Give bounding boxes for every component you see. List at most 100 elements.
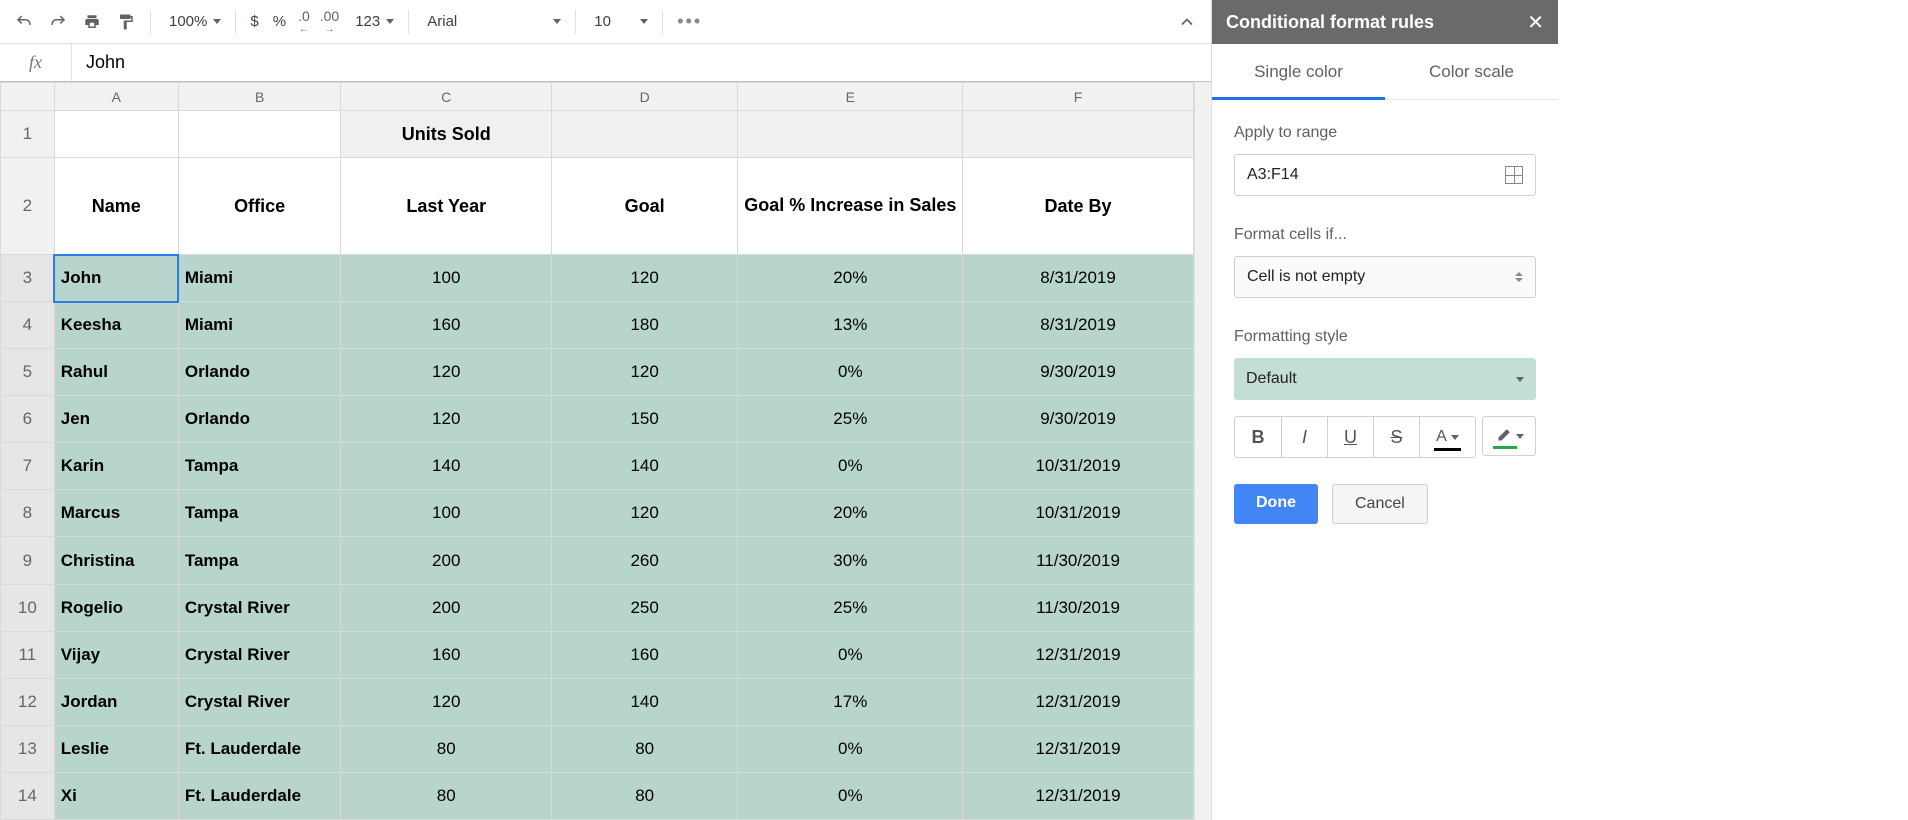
cell[interactable]: Keesha: [54, 302, 178, 349]
cell[interactable]: 150: [552, 396, 738, 443]
cell[interactable]: 11/30/2019: [963, 537, 1193, 584]
print-icon[interactable]: [76, 6, 108, 38]
cell[interactable]: 100: [341, 255, 552, 302]
cell[interactable]: Orlando: [178, 349, 341, 396]
font-size-dropdown[interactable]: 10: [584, 6, 654, 38]
cell[interactable]: 120: [341, 678, 552, 725]
cell[interactable]: 20%: [738, 255, 963, 302]
cell[interactable]: 0%: [738, 772, 963, 819]
cell[interactable]: 10/31/2019: [963, 490, 1193, 537]
bold-button[interactable]: B: [1235, 417, 1281, 457]
cell[interactable]: 160: [341, 302, 552, 349]
decrease-decimal-button[interactable]: .0 ←: [294, 6, 314, 38]
cell[interactable]: 120: [341, 349, 552, 396]
done-button[interactable]: Done: [1234, 484, 1318, 524]
row-header[interactable]: 7: [1, 443, 55, 490]
cell[interactable]: John: [54, 255, 178, 302]
row-header[interactable]: 10: [1, 584, 55, 631]
cell[interactable]: 200: [341, 537, 552, 584]
cell[interactable]: 180: [552, 302, 738, 349]
cell[interactable]: Last Year: [341, 158, 552, 255]
percent-format-button[interactable]: %: [267, 6, 292, 38]
fill-color-button[interactable]: [1482, 416, 1536, 456]
redo-icon[interactable]: [42, 6, 74, 38]
cell[interactable]: 140: [552, 443, 738, 490]
increase-decimal-button[interactable]: .00 →: [316, 6, 343, 38]
cell[interactable]: Goal: [552, 158, 738, 255]
col-header-A[interactable]: A: [54, 83, 178, 111]
cell[interactable]: 80: [341, 772, 552, 819]
cell[interactable]: 12/31/2019: [963, 725, 1193, 772]
cell[interactable]: 25%: [738, 584, 963, 631]
italic-button[interactable]: I: [1281, 417, 1327, 457]
more-toolbar-button[interactable]: •••: [671, 6, 708, 38]
cell[interactable]: 140: [552, 678, 738, 725]
cell[interactable]: 0%: [738, 443, 963, 490]
row-header[interactable]: 5: [1, 349, 55, 396]
cell[interactable]: Crystal River: [178, 584, 341, 631]
range-input[interactable]: A3:F14: [1234, 154, 1536, 196]
cell[interactable]: Units Sold: [341, 111, 552, 158]
cell[interactable]: Tampa: [178, 537, 341, 584]
cell[interactable]: 0%: [738, 725, 963, 772]
cell[interactable]: Tampa: [178, 443, 341, 490]
zoom-dropdown[interactable]: 100%: [159, 6, 227, 38]
row-header[interactable]: 13: [1, 725, 55, 772]
cell[interactable]: 30%: [738, 537, 963, 584]
cell[interactable]: Marcus: [54, 490, 178, 537]
cell[interactable]: 200: [341, 584, 552, 631]
strikethrough-button[interactable]: S: [1373, 417, 1419, 457]
undo-icon[interactable]: [8, 6, 40, 38]
cell[interactable]: 80: [552, 772, 738, 819]
text-color-button[interactable]: A: [1419, 417, 1475, 457]
row-header[interactable]: 6: [1, 396, 55, 443]
formula-input[interactable]: John: [72, 52, 1211, 73]
cell[interactable]: 12/31/2019: [963, 772, 1193, 819]
cell[interactable]: 11/30/2019: [963, 584, 1193, 631]
row-header[interactable]: 2: [1, 158, 55, 255]
cell[interactable]: 100: [341, 490, 552, 537]
row-header[interactable]: 3: [1, 255, 55, 302]
cancel-button[interactable]: Cancel: [1332, 484, 1428, 524]
cell[interactable]: Jordan: [54, 678, 178, 725]
select-all-corner[interactable]: [1, 83, 55, 111]
cell[interactable]: 120: [552, 349, 738, 396]
cell[interactable]: Rahul: [54, 349, 178, 396]
cell[interactable]: 0%: [738, 631, 963, 678]
row-header[interactable]: 8: [1, 490, 55, 537]
cell[interactable]: Christina: [54, 537, 178, 584]
cell[interactable]: Date By: [963, 158, 1193, 255]
cell[interactable]: 0%: [738, 349, 963, 396]
currency-format-button[interactable]: $: [244, 6, 264, 38]
cell[interactable]: 120: [552, 490, 738, 537]
cell[interactable]: 20%: [738, 490, 963, 537]
col-header-B[interactable]: B: [178, 83, 341, 111]
cell[interactable]: Leslie: [54, 725, 178, 772]
cell[interactable]: Jen: [54, 396, 178, 443]
cell[interactable]: Office: [178, 158, 341, 255]
cell[interactable]: Xi: [54, 772, 178, 819]
row-header[interactable]: 4: [1, 302, 55, 349]
row-header[interactable]: 14: [1, 772, 55, 819]
cell[interactable]: Vijay: [54, 631, 178, 678]
cell[interactable]: 120: [341, 396, 552, 443]
underline-button[interactable]: U: [1327, 417, 1373, 457]
cell[interactable]: 12/31/2019: [963, 631, 1193, 678]
cell[interactable]: 12/31/2019: [963, 678, 1193, 725]
cell[interactable]: Crystal River: [178, 631, 341, 678]
cell[interactable]: Ft. Lauderdale: [178, 772, 341, 819]
col-header-D[interactable]: D: [552, 83, 738, 111]
row-header[interactable]: 12: [1, 678, 55, 725]
collapse-toolbar-icon[interactable]: [1171, 6, 1203, 38]
cell[interactable]: 25%: [738, 396, 963, 443]
cell[interactable]: 9/30/2019: [963, 349, 1193, 396]
tab-color-scale[interactable]: Color scale: [1385, 44, 1558, 99]
cell[interactable]: 120: [552, 255, 738, 302]
col-header-F[interactable]: F: [963, 83, 1193, 111]
cell[interactable]: 13%: [738, 302, 963, 349]
cell[interactable]: 250: [552, 584, 738, 631]
condition-select[interactable]: Cell is not empty: [1234, 256, 1536, 298]
font-family-dropdown[interactable]: Arial: [417, 6, 567, 38]
cell[interactable]: 260: [552, 537, 738, 584]
cell[interactable]: Crystal River: [178, 678, 341, 725]
